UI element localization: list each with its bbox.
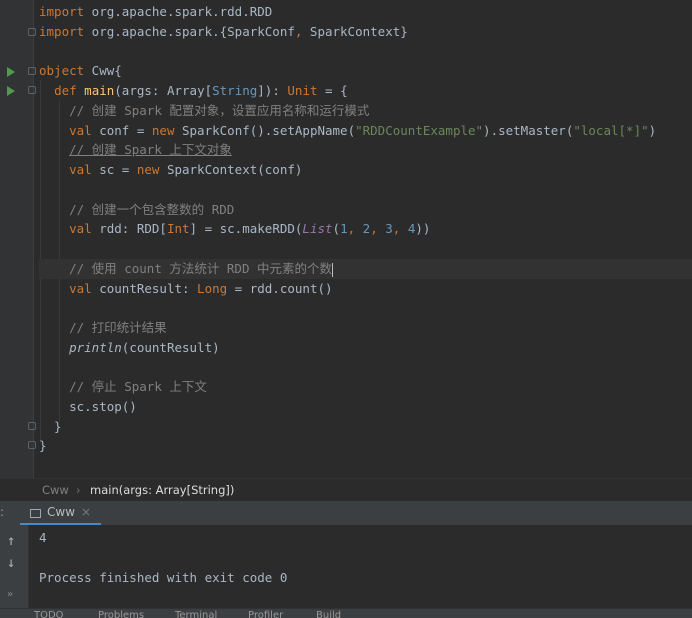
run-toolbar: ↑ ↓ » (0, 525, 29, 608)
breadcrumb-method[interactable]: main(args: Array[String]) (90, 483, 234, 497)
code-line-6: // 创建 Spark 配置对象，设置应用名称和运行模式 (69, 103, 370, 118)
code-editor[interactable]: import org.apache.spark.rdd.RDD import o… (0, 0, 692, 478)
arrow-up-icon[interactable]: ↑ (7, 533, 15, 549)
code-line-1: import org.apache.spark.rdd.RDD (39, 4, 273, 19)
more-icon[interactable]: » (7, 589, 13, 600)
code-line-4: object Cww{ (39, 63, 122, 78)
console-icon (30, 508, 41, 518)
code-line-20: // 停止 Spark 上下文 (69, 379, 207, 394)
run-tab-cww[interactable]: Cww × (20, 501, 102, 526)
run-tab-label: Cww (47, 505, 76, 519)
code-line-12: val rdd: RDD[Int] = sc.makeRDD(List(1, 2… (69, 221, 431, 236)
breadcrumb-separator: › (76, 483, 81, 497)
editor-gutter (0, 0, 36, 478)
fold-marker[interactable] (28, 67, 36, 75)
code-line-5: def main(args: Array[String]): Unit = { (54, 83, 348, 98)
code-line-2: import org.apache.spark.{SparkConf, Spar… (39, 24, 408, 39)
code-line-15: val countResult: Long = rdd.count() (69, 281, 333, 296)
text-caret (332, 262, 333, 277)
console-finish-message: Process finished with exit code 0 (39, 570, 288, 585)
console-output-value: 4 (39, 530, 47, 545)
fold-marker[interactable] (28, 441, 36, 449)
code-line-18: println(countResult) (69, 340, 220, 355)
run-console[interactable]: 4 Process finished with exit code 0 (29, 525, 692, 608)
code-line-14: // 使用 count 方法统计 RDD 中元素的个数 (39, 259, 692, 279)
run-main-icon[interactable] (7, 86, 15, 96)
fold-marker[interactable] (28, 86, 36, 94)
fold-marker[interactable] (28, 422, 36, 430)
code-line-22: } (39, 419, 62, 434)
fold-marker[interactable] (28, 28, 36, 36)
code-line-17: // 打印统计结果 (69, 320, 167, 335)
run-object-icon[interactable] (7, 67, 15, 77)
breadcrumb-object[interactable]: Cww (42, 483, 69, 497)
run-tool-window-tabs: : Cww × (0, 501, 692, 526)
code-line-21: sc.stop() (39, 399, 137, 414)
close-icon[interactable]: × (81, 505, 91, 519)
breadcrumb: Cww › main(args: Array[String]) (0, 478, 692, 502)
code-line-23: } (39, 438, 47, 453)
arrow-down-icon[interactable]: ↓ (7, 555, 15, 571)
code-line-9: val sc = new SparkContext(conf) (69, 162, 303, 177)
code-line-8: // 创建 Spark 上下文对象 (69, 142, 232, 157)
code-line-7: val conf = new SparkConf().setAppName("R… (69, 123, 657, 138)
panel-label-colon: : (0, 505, 5, 519)
code-line-11: // 创建一个包含整数的 RDD (69, 202, 235, 217)
